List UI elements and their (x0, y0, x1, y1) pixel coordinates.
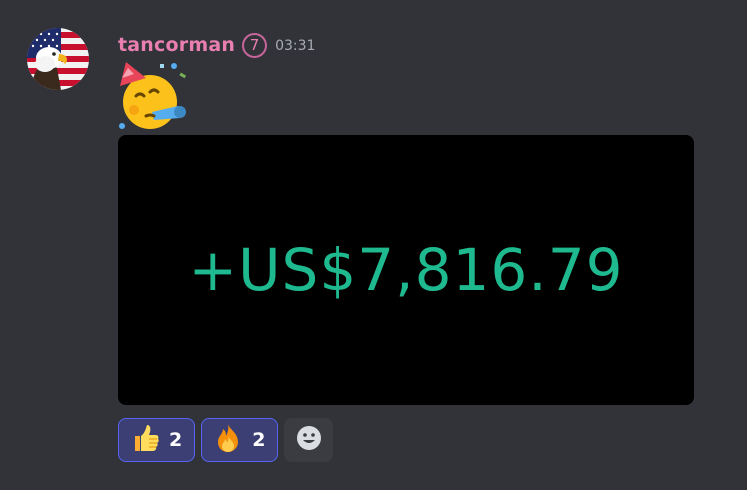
reactions-bar: 2 2 (118, 418, 334, 462)
reaction-count: 2 (169, 429, 183, 451)
add-reaction-button[interactable] (284, 418, 334, 462)
author-avatar[interactable] (27, 28, 89, 90)
message-timestamp[interactable]: 03:31 (275, 38, 315, 54)
smiley-add-icon (296, 425, 322, 455)
level-badge: 7 (242, 32, 268, 58)
profit-amount-text: +US$7,816.79 (188, 236, 624, 304)
partying-face-emoji (116, 60, 190, 134)
reaction-fire[interactable]: 2 (201, 418, 279, 462)
eagle-flag-avatar-image (27, 28, 89, 90)
chat-message: tancorman 7 03:31 +US$7,816.79 2 2 (0, 0, 747, 490)
fire-icon (212, 422, 244, 458)
thumbs-up-icon (129, 422, 161, 458)
reaction-count: 2 (252, 429, 266, 451)
image-attachment[interactable]: +US$7,816.79 (118, 135, 694, 405)
reaction-thumbs-up[interactable]: 2 (118, 418, 196, 462)
message-header: tancorman 7 03:31 (118, 30, 315, 60)
author-username[interactable]: tancorman (118, 34, 235, 56)
